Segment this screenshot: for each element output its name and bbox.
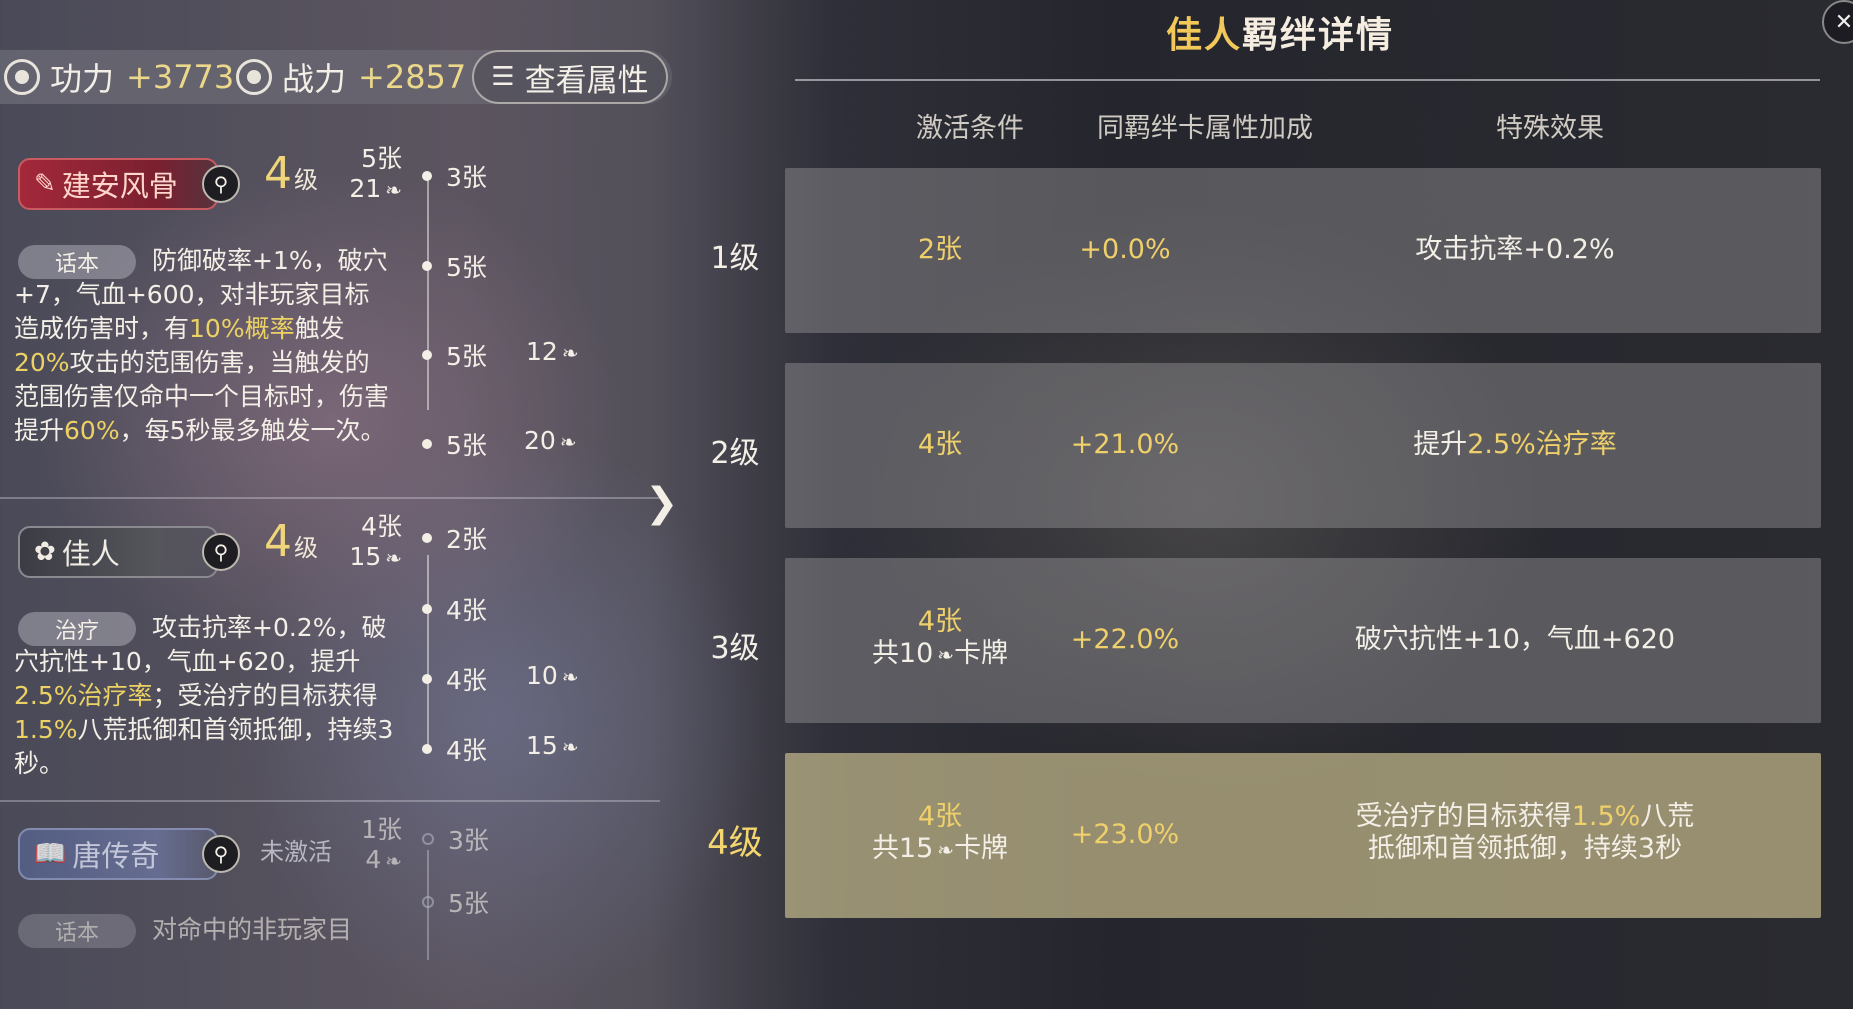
bond-tag-jiaren[interactable]: ✿ 佳人 xyxy=(18,526,218,578)
timeline-item: 5张 xyxy=(422,337,487,373)
row-level-label: 3级 xyxy=(710,631,760,666)
timeline-line xyxy=(427,555,429,745)
row-bonus: +21.0% xyxy=(1070,429,1180,460)
level-row: 4张 共10 ❧卡牌 +22.0% 破穴抗性+10，气血+620 xyxy=(785,558,1821,723)
leaf-icon: ❧ xyxy=(385,546,402,570)
row-condition: 4张 xyxy=(917,429,963,460)
zhanli-icon xyxy=(236,59,272,95)
timeline-item: 5张 xyxy=(422,248,487,284)
bond-tag-jianan[interactable]: ✎ 建安风骨 xyxy=(18,158,218,210)
row-effect: 破穴抗性+10，气血+620 xyxy=(1354,624,1676,655)
zhanli-stat: 战力 +2857 xyxy=(236,50,466,104)
timeline-item: 5张 xyxy=(422,884,489,920)
book-icon: 📖 xyxy=(34,839,67,869)
title-divider xyxy=(795,79,1820,81)
bond-card-count: 1张 4 ❧ xyxy=(361,815,402,874)
row-bonus: +0.0% xyxy=(1079,234,1171,265)
inactive-status: 未激活 xyxy=(260,838,332,866)
bond-description: 攻击抗率+0.2%，破穴抗性+10，气血+620，提升2.5%治疗率；受治疗的目… xyxy=(14,613,394,778)
expand-arrow-icon[interactable]: ❯ xyxy=(645,480,679,526)
view-attributes-button[interactable]: ☰ 查看属性 xyxy=(472,50,668,104)
col-header-effect: 特殊效果 xyxy=(1496,113,1604,144)
search-icon[interactable]: ⚲ xyxy=(202,165,240,203)
bond-list-panel: 功力 +3773 战力 +2857 ☰ 查看属性 ✎ 建安风骨 ⚲ 4级 5张 … xyxy=(0,0,672,1009)
row-bonus: +23.0% xyxy=(1070,819,1180,850)
timeline-item: 3张 xyxy=(422,158,487,194)
timeline-item: 3张 xyxy=(422,821,489,857)
row-condition: 4张 共15 ❧卡牌 xyxy=(871,801,1009,864)
bond-type-pill: 话本 xyxy=(18,914,136,948)
search-icon[interactable]: ⚲ xyxy=(202,533,240,571)
timeline-item: 2张 xyxy=(422,520,487,556)
leaf-icon: ❧ xyxy=(561,341,579,365)
timeline-leaf-count: 20 ❧ xyxy=(524,426,577,455)
list-icon: ☰ xyxy=(491,62,515,92)
close-icon[interactable]: ✕ xyxy=(1822,0,1853,44)
row-effect: 提升2.5%治疗率 xyxy=(1413,429,1617,460)
search-icon[interactable]: ⚲ xyxy=(202,835,240,873)
row-bonus: +22.0% xyxy=(1070,624,1180,655)
leaf-icon: ❧ xyxy=(561,735,579,759)
gongli-icon xyxy=(4,59,40,95)
leaf-icon: ❧ xyxy=(385,178,402,202)
col-header-condition: 激活条件 xyxy=(916,113,1024,144)
timeline-leaf-count: 12 ❧ xyxy=(526,337,579,366)
timeline-item: 5张 xyxy=(422,426,487,462)
bond-level: 4级 xyxy=(264,148,318,199)
detail-title: 佳人羁绊详情 xyxy=(1165,15,1395,56)
timeline-leaf-count: 10 ❧ xyxy=(526,661,579,690)
row-level-label: 2级 xyxy=(710,436,760,471)
bond-description: 防御破率+1%，破穴+7，气血+600，对非玩家目标造成伤害时，有10%概率触发… xyxy=(14,246,390,445)
level-row: 2张 +0.0% 攻击抗率+0.2% xyxy=(785,168,1821,333)
bond-card-count: 5张 21 ❧ xyxy=(349,144,402,203)
leaf-icon: ❧ xyxy=(559,430,577,454)
leaf-icon: ❧ xyxy=(937,643,955,667)
timeline-item: 4张 xyxy=(422,591,487,627)
level-row-active: 4张 共15 ❧卡牌 +23.0% 受治疗的目标获得1.5%八荒抵御和首领抵御，持… xyxy=(785,753,1821,918)
timeline-item: 4张 xyxy=(422,661,487,697)
leaf-icon: ❧ xyxy=(385,849,402,873)
bond-card-count: 4张 15 ❧ xyxy=(349,512,402,571)
bond-level: 4级 xyxy=(264,516,318,567)
col-header-bonus: 同羁绊卡属性加成 xyxy=(1097,113,1313,144)
fan-icon: ✿ xyxy=(34,537,56,567)
row-condition: 4张 共10 ❧卡牌 xyxy=(871,606,1009,669)
timeline-item: 4张 xyxy=(422,731,487,767)
level-row: 4张 +21.0% 提升2.5%治疗率 xyxy=(785,363,1821,528)
row-level-label-active: 4级 xyxy=(707,823,763,863)
timeline-leaf-count: 15 ❧ xyxy=(526,731,579,760)
brush-icon: ✎ xyxy=(34,169,56,199)
row-effect: 受治疗的目标获得1.5%八荒抵御和首领抵御，持续3秒 xyxy=(1355,801,1695,864)
leaf-icon: ❧ xyxy=(561,665,579,689)
timeline-line xyxy=(427,180,429,410)
row-level-label: 1级 xyxy=(710,241,760,276)
bond-tag-tangchuanqi[interactable]: 📖 唐传奇 xyxy=(18,828,218,880)
gongli-stat: 功力 +3773 xyxy=(4,50,234,104)
row-condition: 2张 xyxy=(917,234,963,265)
row-effect: 攻击抗率+0.2% xyxy=(1415,234,1615,265)
section-divider xyxy=(0,800,660,802)
section-divider xyxy=(0,497,660,499)
leaf-icon: ❧ xyxy=(937,838,955,862)
